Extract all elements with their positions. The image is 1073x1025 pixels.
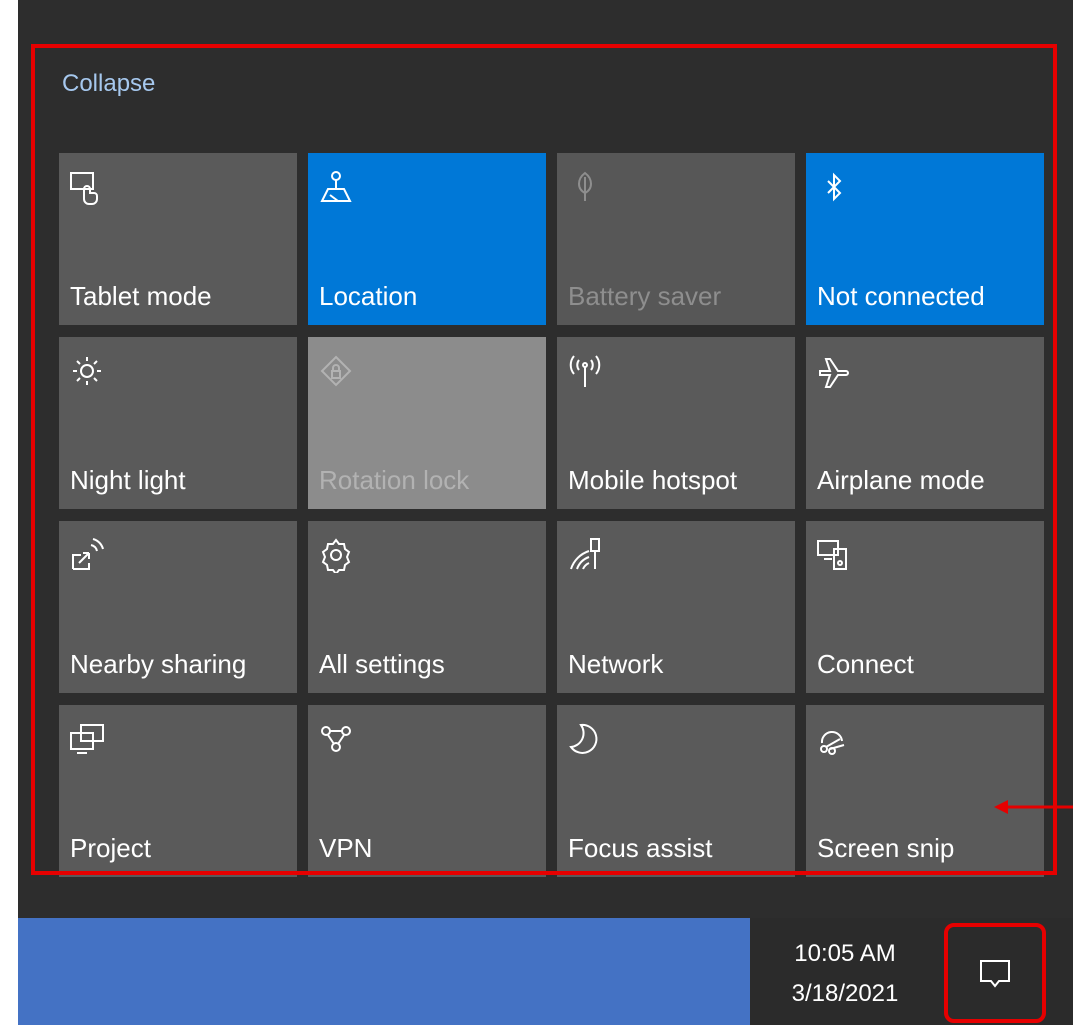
action-center-button[interactable] [944, 923, 1046, 1023]
action-center-icon [980, 960, 1010, 988]
tile-vpn[interactable]: VPN [308, 705, 546, 877]
screen-snip-icon [816, 721, 852, 757]
tile-mobile-hotspot[interactable]: Mobile hotspot [557, 337, 795, 509]
tile-label: Connect [817, 649, 914, 679]
tile-label: Mobile hotspot [568, 465, 738, 495]
bluetooth-icon [816, 169, 852, 205]
location-icon [318, 169, 354, 205]
taskbar-highlight-region [18, 918, 750, 1025]
tile-label: Night light [70, 465, 186, 495]
tile-label: Location [319, 281, 418, 311]
tile-project[interactable]: Project [59, 705, 297, 877]
tile-label: All settings [319, 649, 445, 679]
mobile-hotspot-icon [567, 353, 603, 389]
nearby-sharing-icon [69, 537, 105, 573]
tile-network[interactable]: Network [557, 521, 795, 693]
moon-icon [567, 721, 603, 757]
tile-label: Tablet mode [70, 281, 212, 311]
collapse-link[interactable]: Collapse [62, 70, 155, 98]
tile-label: Battery saver [568, 281, 722, 311]
tile-label: Airplane mode [817, 465, 985, 495]
tile-label: Screen snip [817, 833, 955, 863]
tile-label: Network [568, 649, 664, 679]
tile-all-settings[interactable]: All settings [308, 521, 546, 693]
night-light-icon [69, 353, 105, 389]
clock-date: 3/18/2021 [791, 980, 899, 1007]
tile-label: VPN [319, 833, 373, 863]
tile-battery-saver[interactable]: Battery saver [557, 153, 795, 325]
tile-label: Nearby sharing [70, 649, 247, 679]
tile-airplane-mode[interactable]: Airplane mode [806, 337, 1044, 509]
tile-label: Project [70, 833, 151, 863]
tile-rotation-lock[interactable]: Rotation lock [308, 337, 546, 509]
tile-nearby-sharing[interactable]: Nearby sharing [59, 521, 297, 693]
taskbar-clock[interactable]: 10:05 AM 3/18/2021 [760, 934, 930, 1014]
tile-night-light[interactable]: Night light [59, 337, 297, 509]
tile-label: Not connected [817, 281, 985, 311]
tile-screen-snip[interactable]: Screen snip [806, 705, 1044, 877]
tile-label: Focus assist [568, 833, 713, 863]
tile-connect[interactable]: Connect [806, 521, 1044, 693]
tile-label: Rotation lock [319, 465, 470, 495]
gear-icon [318, 537, 354, 573]
vpn-icon [318, 721, 354, 757]
tablet-mode-icon [69, 169, 105, 205]
project-icon [69, 721, 105, 757]
tile-bluetooth[interactable]: Not connected [806, 153, 1044, 325]
network-icon [567, 537, 603, 573]
tile-focus-assist[interactable]: Focus assist [557, 705, 795, 877]
battery-saver-icon [567, 169, 603, 205]
clock-time: 10:05 AM [794, 940, 896, 967]
connect-icon [816, 537, 852, 573]
airplane-icon [816, 353, 852, 389]
tile-tablet-mode[interactable]: Tablet mode [59, 153, 297, 325]
tile-location[interactable]: Location [308, 153, 546, 325]
rotation-lock-icon [318, 353, 354, 389]
